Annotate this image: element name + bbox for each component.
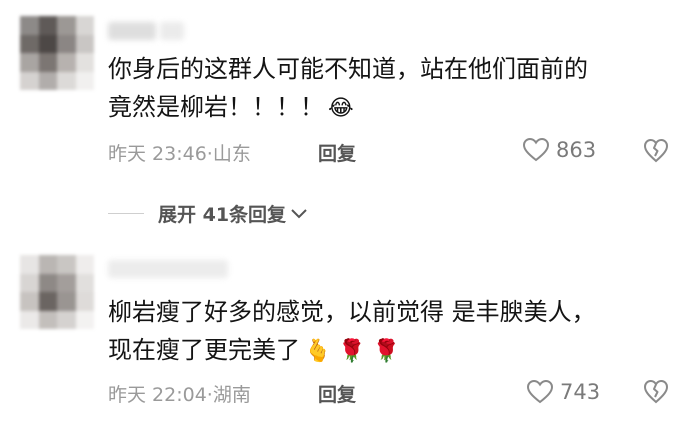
comment-text: 柳岩瘦了好多的感觉，以前觉得 是丰腴美人， 现在瘦了更完美了 🫰 🌹 🌹: [108, 293, 678, 371]
dislike-button[interactable]: [643, 379, 669, 409]
heart-outline-icon: [522, 137, 550, 162]
comment-text-line: 你身后的这群人可能不知道，站在他们面前的: [108, 55, 588, 83]
like-button[interactable]: 863: [522, 137, 596, 163]
username-blurred: [108, 260, 228, 278]
dislike-button[interactable]: [643, 138, 669, 168]
comment-location: 山东: [212, 143, 251, 165]
comment-time: 昨天 22:04: [108, 384, 207, 406]
comment-meta: 昨天 23:46·山东: [108, 143, 251, 165]
avatar[interactable]: [20, 255, 94, 329]
comment-location: 湖南: [212, 384, 251, 406]
comment-time: 昨天 23:46: [108, 143, 207, 165]
broken-heart-icon: [643, 138, 669, 163]
like-button[interactable]: 743: [526, 379, 600, 405]
comment-meta: 昨天 22:04·湖南: [108, 384, 251, 406]
emoji-sequence: 🫰 🌹 🌹: [304, 339, 401, 364]
comment-text-line: 现在瘦了更完美了: [108, 336, 300, 364]
reply-button[interactable]: 回复: [318, 139, 356, 166]
reply-button[interactable]: 回复: [318, 380, 356, 407]
like-count: 743: [560, 380, 601, 404]
expand-replies-button[interactable]: 展开 41条回复: [108, 200, 308, 227]
comment-text: 你身后的这群人可能不知道，站在他们面前的 竟然是柳岩！！！！ 😂: [108, 50, 678, 128]
laughing-tears-emoji: 😂: [328, 96, 354, 121]
avatar[interactable]: [20, 16, 94, 90]
comment-text-line: 竟然是柳岩！！！！: [108, 93, 324, 121]
username-blurred: [160, 22, 184, 40]
heart-outline-icon: [526, 379, 554, 404]
broken-heart-icon: [643, 379, 669, 404]
username-blurred: [108, 22, 156, 40]
expand-replies-label: 展开 41条回复: [158, 204, 287, 226]
like-count: 863: [556, 138, 597, 162]
comment-text-line: 柳岩瘦了好多的感觉，以前觉得 是丰腴美人，: [108, 298, 596, 326]
divider-line: [108, 213, 144, 214]
chevron-down-icon: [291, 208, 307, 218]
